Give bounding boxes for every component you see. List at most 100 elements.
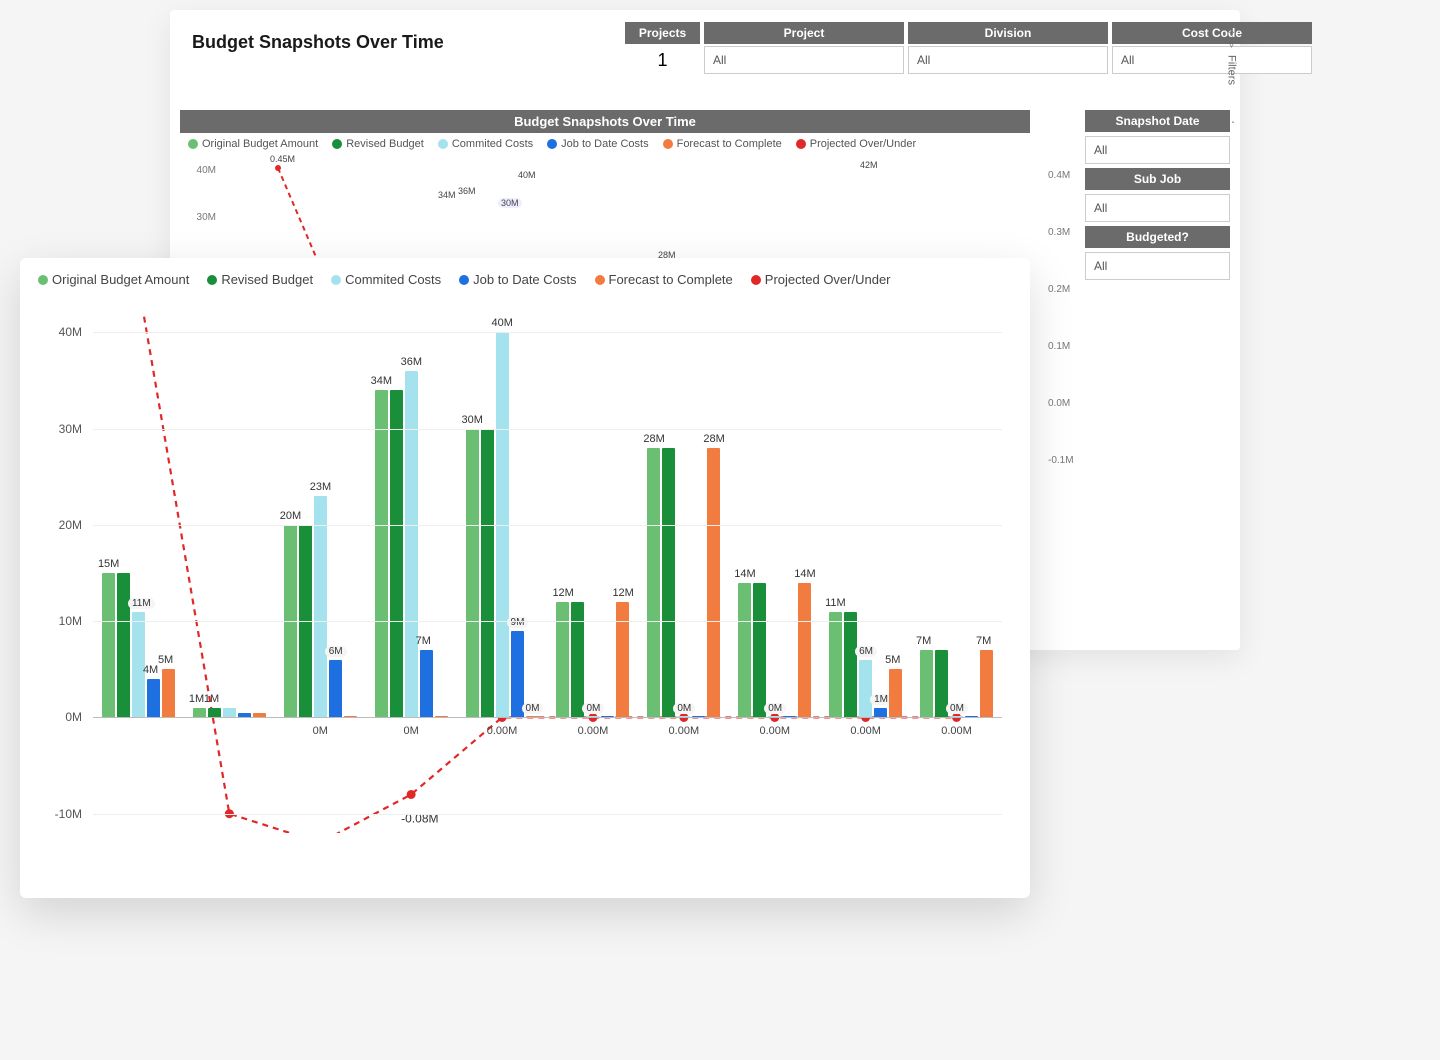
side-filter-header: Budgeted? [1085, 226, 1230, 248]
projects-count: 1 [625, 46, 700, 74]
x-tick-label: 0.00M [638, 725, 729, 737]
y-tick: 30M [59, 422, 82, 436]
legend-item[interactable]: Projected Over/Under [751, 272, 891, 287]
bar-group[interactable]: 15M11M4M5M [93, 313, 184, 833]
chevron-down-icon: ⌄ [1121, 55, 1303, 66]
bar-group[interactable]: 20M23M6M0M [275, 313, 366, 833]
chart-bar[interactable] [102, 573, 115, 717]
x-tick-label: 0.00M [729, 725, 820, 737]
legend-dot-icon [595, 275, 605, 285]
bar-value-label: 23M [310, 481, 331, 493]
bar-value-label: 0M [522, 703, 544, 714]
chart-bar[interactable] [223, 708, 236, 718]
bar-value-label: 0M [582, 703, 604, 714]
bar-group[interactable]: 1M1M [184, 313, 275, 833]
bar-value-label: 7M [416, 635, 431, 647]
legend-dot-icon [188, 139, 198, 149]
bar-value-label: 36M [401, 356, 422, 368]
division-dropdown[interactable]: All⌄ [908, 46, 1108, 74]
chart-bar[interactable] [571, 602, 584, 718]
subjob-dropdown[interactable]: All⌄ [1085, 194, 1230, 222]
projects-header: Projects [625, 22, 700, 44]
chart-bar[interactable] [420, 650, 433, 717]
chart-legend: Original Budget Amount Revised Budget Co… [38, 272, 1012, 287]
chart-bar[interactable] [147, 679, 160, 718]
chart-bar[interactable] [980, 650, 993, 717]
bar-value-label: 20M [280, 510, 301, 522]
top-filter-headers: Projects Project Division Cost Code [625, 22, 1230, 44]
chart-bar[interactable] [707, 448, 720, 718]
x-tick-label: 0M [275, 725, 366, 737]
chart-bar[interactable] [874, 708, 887, 718]
chart-bar[interactable] [390, 390, 403, 717]
legend-item[interactable]: Original Budget Amount [38, 272, 189, 287]
chevron-down-icon: ⌄ [1094, 145, 1221, 156]
chart-bar[interactable] [117, 573, 130, 717]
chart-bar[interactable] [829, 612, 842, 718]
costcode-dropdown[interactable]: All⌄ [1112, 46, 1312, 74]
filter-header-division: Division [908, 22, 1108, 44]
legend-item[interactable]: Revised Budget [207, 272, 313, 287]
bar-group[interactable]: 7M0M7M0.00M [911, 313, 1002, 833]
chart-bar[interactable] [329, 660, 342, 718]
legend-item[interactable]: Job to Date Costs [459, 272, 576, 287]
chart-bar[interactable] [162, 669, 175, 717]
bar-group[interactable]: 30M40M9M0M0.00M [457, 313, 548, 833]
chart-bar[interactable] [798, 583, 811, 718]
chart-bar[interactable] [647, 448, 660, 718]
bar-value-label: 1M [204, 693, 219, 705]
snapshot-date-dropdown[interactable]: All⌄ [1085, 136, 1230, 164]
chart-bar[interactable] [375, 390, 388, 717]
bar-group[interactable]: 34M36M7M0M [366, 313, 457, 833]
bar-value-label: 14M [794, 568, 815, 580]
filter-header-costcode: Cost Code [1112, 22, 1312, 44]
y-tick: 40M [59, 325, 82, 339]
chart-bar[interactable] [193, 708, 206, 718]
chart-bar[interactable] [511, 631, 524, 718]
chart-bar[interactable] [314, 496, 327, 717]
project-dropdown[interactable]: All⌄ [704, 46, 904, 74]
back-left-axis: 40M 30M [188, 165, 216, 259]
y-tick: 0M [65, 710, 82, 724]
chart-bar[interactable] [466, 429, 479, 718]
bar-value-label: 1M [189, 693, 204, 705]
bar-group[interactable]: 11M6M1M5M0.00M [820, 313, 911, 833]
legend-dot-icon [332, 139, 342, 149]
filter-header-project: Project [704, 22, 904, 44]
bar-group[interactable]: 28M0M28M0.00M [638, 313, 729, 833]
bar-value-label: 28M [643, 433, 664, 445]
legend-dot-icon [796, 139, 806, 149]
bar-group[interactable]: 12M0M12M0.00M [548, 313, 639, 833]
chevron-down-icon: ⌄ [1094, 261, 1221, 272]
chart-plot: 0.45M-0.10M-0.08M 15M11M4M5M1M1M20M23M6M… [93, 313, 1002, 833]
bar-value-label: 4M [143, 664, 158, 676]
y-tick: 10M [59, 614, 82, 628]
bar-value-label: 30M [462, 414, 483, 426]
bar-value-label: 12M [612, 587, 633, 599]
budgeted-dropdown[interactable]: All⌄ [1085, 252, 1230, 280]
chart-bar[interactable] [405, 371, 418, 718]
chart-bar[interactable] [556, 602, 569, 718]
chart-bar[interactable] [208, 708, 221, 718]
bar-value-label: 15M [98, 558, 119, 570]
legend-item[interactable]: Commited Costs [331, 272, 441, 287]
chart-bar[interactable] [616, 602, 629, 718]
bar-group[interactable]: 14M 0M 14M 0.00M [729, 313, 820, 833]
x-tick-label: 0.00M [457, 725, 548, 737]
bar-value-label: 0M [946, 703, 968, 714]
chart-area[interactable]: 40M30M20M10M0M-10M 0.45M-0.10M-0.08M 15M… [38, 293, 1012, 873]
chart-bar[interactable] [738, 583, 751, 718]
legend-item[interactable]: Forecast to Complete [595, 272, 733, 287]
bar-value-label: 9M [507, 617, 529, 628]
chart-bar[interactable] [844, 612, 857, 718]
chart-bar[interactable] [481, 429, 494, 718]
chart-bar[interactable] [859, 660, 872, 718]
chart-bar[interactable] [662, 448, 675, 718]
bar-value-label: 14M [734, 568, 755, 580]
chart-bar[interactable] [889, 669, 902, 717]
bar-value-label: 0M [764, 703, 786, 714]
filters-pane-toggle[interactable]: ‹ ▿ Filters [1221, 26, 1242, 89]
chart-bar[interactable] [753, 583, 766, 718]
chart-bar[interactable] [920, 650, 933, 717]
legend-dot-icon [663, 139, 673, 149]
